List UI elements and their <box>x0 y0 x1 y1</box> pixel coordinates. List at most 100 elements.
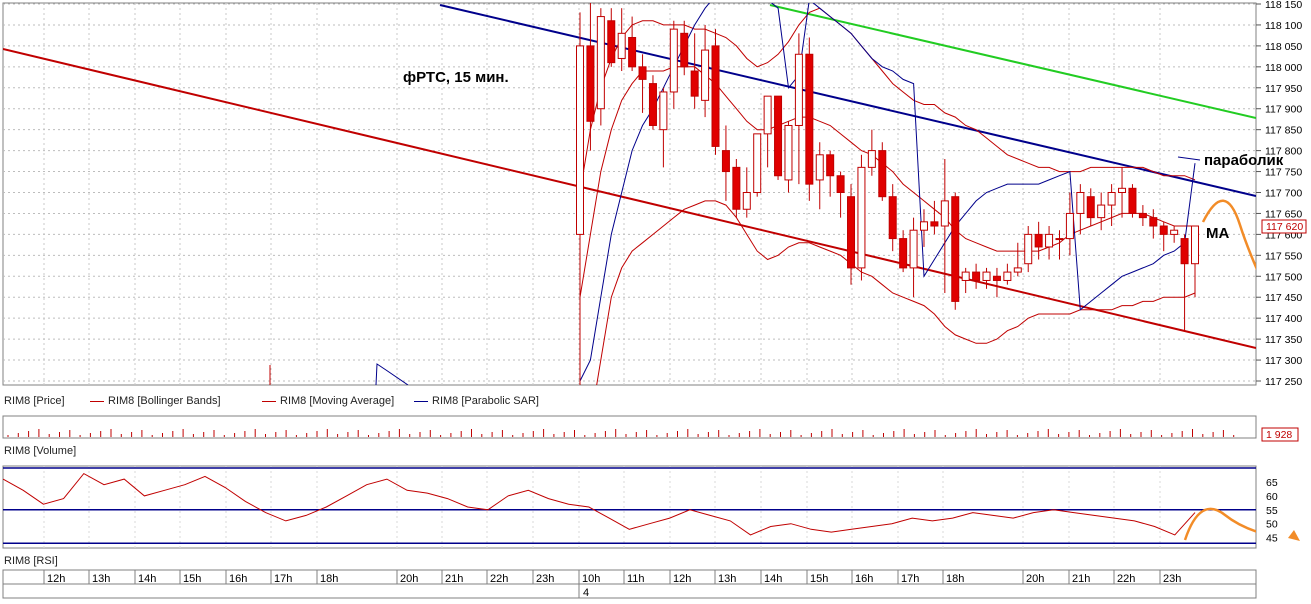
candle-body-down <box>899 238 908 269</box>
candle <box>1128 184 1137 218</box>
rsi-pane-label: RIM8 [RSI] <box>4 555 58 567</box>
candle <box>878 142 887 201</box>
candle-body-up <box>1107 192 1116 206</box>
legend-sar: RIM8 [Parabolic SAR] <box>414 395 539 407</box>
candle-body-up <box>1170 229 1179 235</box>
candle-body-up <box>1045 233 1054 248</box>
candle-body-down <box>648 83 657 126</box>
candle <box>732 158 741 218</box>
candle-body-down <box>1159 225 1168 235</box>
price-tick-label: 118 150 <box>1265 0 1302 11</box>
candle-body-down <box>638 66 647 80</box>
candle-body-up <box>794 53 803 126</box>
candle-body-down <box>992 275 1001 281</box>
candle-body-up <box>659 91 668 131</box>
candle-body-up <box>1097 204 1106 219</box>
price-tick-label: 117 900 <box>1265 104 1302 116</box>
time-tick-label: 16h <box>229 573 247 585</box>
chart-canvas: фРТС, 15 мин. параболик MA 118 150118 10… <box>2 0 1307 599</box>
time-tick-label: 10h <box>582 573 600 585</box>
candle-body-down <box>1128 187 1137 214</box>
candle-body-up <box>1055 238 1064 241</box>
rsi-tick-label: 65 <box>1266 477 1278 489</box>
rsi-tick-label: 45 <box>1266 533 1278 545</box>
candle <box>951 192 960 310</box>
rsi-tick-label: 55 <box>1266 505 1278 517</box>
candle-body-up <box>753 133 762 194</box>
candle-body-up <box>742 192 751 210</box>
candle-body-down <box>1138 212 1147 219</box>
time-tick-label: 14h <box>138 573 156 585</box>
candle-body-down <box>951 196 960 302</box>
price-tick-label: 118 100 <box>1265 20 1302 32</box>
candle-body-up <box>1118 187 1127 194</box>
time-tick-label: 13h <box>718 573 736 585</box>
candle-body-down <box>1180 238 1189 265</box>
time-tick-label: 15h <box>810 573 828 585</box>
time-tick-label: 12h <box>47 573 65 585</box>
price-tick-label: 117 500 <box>1265 271 1302 283</box>
candle-body-up <box>763 95 772 135</box>
time-tick-label: 12h <box>673 573 691 585</box>
rsi-tick-label: 60 <box>1266 491 1278 503</box>
candle-body-down <box>774 95 783 177</box>
legend-bollinger-label: RIM8 [Bollinger Bands] <box>108 395 221 407</box>
time-tick-label: 18h <box>946 573 964 585</box>
candle-body-up <box>867 150 876 168</box>
volume-pane <box>2 415 1257 439</box>
time-tick-label: 20h <box>400 573 418 585</box>
candle-body-down <box>1149 217 1158 227</box>
candle-body-down <box>732 166 741 210</box>
candle-body-up <box>1024 233 1033 265</box>
rsi-forecast-arrowhead <box>1288 530 1300 541</box>
candle-body-up <box>1003 271 1012 281</box>
candle-body-up <box>857 166 866 269</box>
candle-body-up <box>815 154 824 181</box>
time-tick-label: 14h <box>764 573 782 585</box>
candle-body-up <box>919 221 928 231</box>
candle-body-up <box>1013 267 1022 273</box>
time-tick-label: 18h <box>320 573 338 585</box>
candle <box>711 29 720 155</box>
date-label: 4 <box>583 587 589 599</box>
candle-body-down <box>826 154 835 177</box>
candle-body-up <box>701 49 710 101</box>
price-tick-label: 117 450 <box>1265 292 1302 304</box>
candle-body-up <box>1065 212 1074 240</box>
candle-body-down <box>930 221 939 227</box>
legend-ma-label: RIM8 [Moving Average] <box>280 395 395 407</box>
price-tick-label: 118 000 <box>1265 62 1302 74</box>
candle-body-down <box>721 150 730 173</box>
time-tick-label: 21h <box>445 573 463 585</box>
rsi-pane <box>2 465 1257 549</box>
candle-body-down <box>847 196 856 269</box>
volume-value-label: 1 928 <box>1266 429 1292 441</box>
time-tick-label: 23h <box>536 573 554 585</box>
price-tick-label: 117 950 <box>1265 83 1302 95</box>
candle-body-down <box>888 196 897 240</box>
candle <box>648 75 657 130</box>
candle-body-down <box>1034 233 1043 248</box>
legend-price: RIM8 [Price] <box>4 395 65 407</box>
candle-body-up <box>669 28 678 93</box>
candle-body-up <box>961 271 970 281</box>
time-tick-label: 17h <box>274 573 292 585</box>
rsi-tick-label: 50 <box>1266 519 1278 531</box>
time-tick-label: 21h <box>1072 573 1090 585</box>
candle-body-up <box>617 32 626 59</box>
candle-body-down <box>878 150 887 198</box>
candle-body-down <box>680 32 689 68</box>
candle-body-up <box>784 124 793 181</box>
candle-body-up <box>1191 225 1199 265</box>
time-tick-label: 15h <box>183 573 201 585</box>
candle <box>857 154 866 281</box>
ma-annotation: MA <box>1206 225 1229 242</box>
price-tick-label: 117 650 <box>1265 208 1302 220</box>
date-axis-bar <box>2 583 1257 599</box>
time-tick-label: 23h <box>1163 573 1181 585</box>
price-tick-label: 117 400 <box>1265 313 1302 325</box>
time-tick-label: 17h <box>901 573 919 585</box>
candle-body-up <box>982 271 991 281</box>
time-tick-label: 22h <box>490 573 508 585</box>
price-tick-label: 117 850 <box>1265 125 1302 137</box>
